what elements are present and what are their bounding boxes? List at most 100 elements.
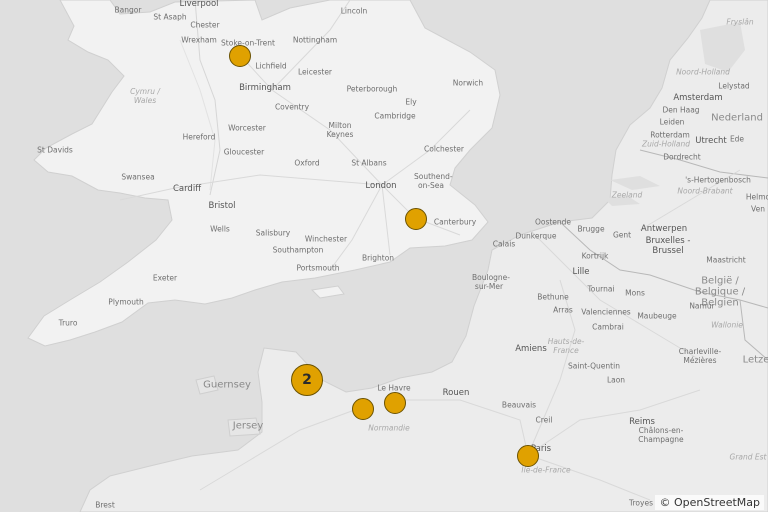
label-troyes: Troyes [629,498,653,508]
label-gent: Gent [612,230,632,240]
label-liverpool: Liverpool [179,0,219,9]
label-maubeuge: Maubeuge [637,311,677,321]
label-nederland: Nederland [711,112,763,124]
label-rouen: Rouen [442,388,470,398]
osm-attribution-link[interactable]: OpenStreetMap [674,496,760,509]
label-truro: Truro [58,318,78,328]
label-amiens: Amiens [515,344,547,354]
label-stoke: Stoke-on-Trent [221,38,275,48]
label-lichfield: Lichfield [255,61,287,71]
label-london: London [365,181,397,191]
label-birmingham: Birmingham [239,83,291,93]
label-hauts-de-france: Hauts-de-France [547,337,585,355]
label-charleville: Charleville-Mézières [678,347,722,365]
label-cardiff: Cardiff [172,184,202,194]
label-laon: Laon [606,375,626,385]
label-kortrijk: Kortrijk [581,251,609,261]
label-namur: Namur [689,301,715,311]
label-chalons: Châlons-en-Champagne [638,426,684,444]
label-worcester: Worcester [228,123,266,133]
label-cambridge: Cambridge [374,111,416,121]
label-bruxelles: Bruxelles - Brussel [645,236,691,256]
label-exeter: Exeter [152,273,178,283]
label-dunkerque: Dunkerque [515,231,557,241]
label-dordrecht: Dordrecht [663,152,701,162]
label-arras: Arras [553,305,573,315]
label-maastricht: Maastricht [706,255,746,265]
label-southend: Southend-on-Sea [414,172,453,190]
label-swansea: Swansea [121,172,155,182]
label-antwerpen: Antwerpen [640,224,688,234]
label-ely: Ely [405,97,417,107]
label-grand-est: Grand Est [729,452,767,462]
copyright-symbol: © [659,496,671,509]
label-ede: Ede [729,134,745,144]
label-mons: Mons [625,288,645,298]
label-creil: Creil [535,415,553,425]
label-wrexham: Wrexham [181,35,217,45]
label-venlo: Ven [751,204,765,214]
label-oostende: Oostende [534,217,572,227]
label-beauvais: Beauvais [501,400,537,410]
label-plymouth: Plymouth [108,297,144,307]
label-noord-brabant: Noord-Brabant [677,186,733,196]
label-gloucester: Gloucester [223,147,265,157]
map-marker[interactable] [352,398,374,420]
label-st-asaph: St Asaph [153,12,187,22]
label-leicester: Leicester [297,67,333,77]
label-lelystad: Lelystad [718,81,750,91]
label-leiden: Leiden [659,117,685,127]
label-noord-holland: Noord-Holland [676,67,730,77]
label-jersey: Jersey [232,420,264,432]
label-lincoln: Lincoln [340,6,368,16]
label-brest: Brest [95,500,115,510]
label-winchester: Winchester [304,234,348,244]
label-colchester: Colchester [424,144,464,154]
cluster-count: 2 [302,372,312,388]
label-st-albans: St Albans [351,158,387,168]
map-attribution: © OpenStreetMap [655,495,764,510]
label-bethune: Bethune [537,292,569,302]
map-view[interactable]: Bangor St Asaph Liverpool Lincoln Cheste… [0,0,768,512]
label-lille: Lille [572,267,590,277]
label-s-hertogenbosch: 's-Hertogenbosch [685,175,751,185]
label-canterbury: Canterbury [433,217,477,227]
label-amsterdam: Amsterdam [673,93,723,103]
label-nottingham: Nottingham [292,35,338,45]
label-hereford: Hereford [182,132,216,142]
label-letze: Letze [742,354,768,366]
label-guernsey: Guernsey [203,379,251,391]
label-valenciennes: Valenciennes [581,307,631,317]
label-calais: Calais [492,239,516,249]
label-chester: Chester [190,20,220,30]
label-boulogne: Boulogne-sur-Mer [472,273,510,291]
map-marker[interactable] [384,392,406,414]
label-zeeland: Zeeland [611,190,643,200]
label-fryslan: Fryslân [726,17,754,27]
label-rotterdam: Rotterdam [650,130,690,140]
label-milton-keynes: Milton Keynes [326,121,354,139]
label-wells: Wells [210,224,230,234]
label-normandie: Normandie [368,423,410,433]
label-cymru: Cymru / Wales [130,87,160,105]
label-den-haag: Den Haag [662,105,700,115]
label-brugge: Brugge [577,224,605,234]
label-portsmouth: Portsmouth [296,263,340,273]
map-marker[interactable] [517,445,539,467]
label-wallonie: Wallonie [711,320,743,330]
label-st-davids: St Davids [37,145,73,155]
label-cambrai: Cambrai [592,322,624,332]
label-zuid-holland: Zuid-Holland [642,139,690,149]
map-marker[interactable] [405,208,427,230]
label-saint-quentin: Saint-Quentin [568,361,620,371]
label-norwich: Norwich [452,78,484,88]
label-coventry: Coventry [274,102,310,112]
label-southampton: Southampton [272,245,324,255]
label-tournai: Tournai [587,284,615,294]
label-bangor: Bangor [114,5,142,15]
map-marker-cluster[interactable]: 2 [291,364,323,396]
label-helmond: Helmo [745,192,768,202]
map-marker[interactable] [229,45,251,67]
label-utrecht: Utrecht [695,136,727,146]
label-salisbury: Salisbury [255,228,291,238]
